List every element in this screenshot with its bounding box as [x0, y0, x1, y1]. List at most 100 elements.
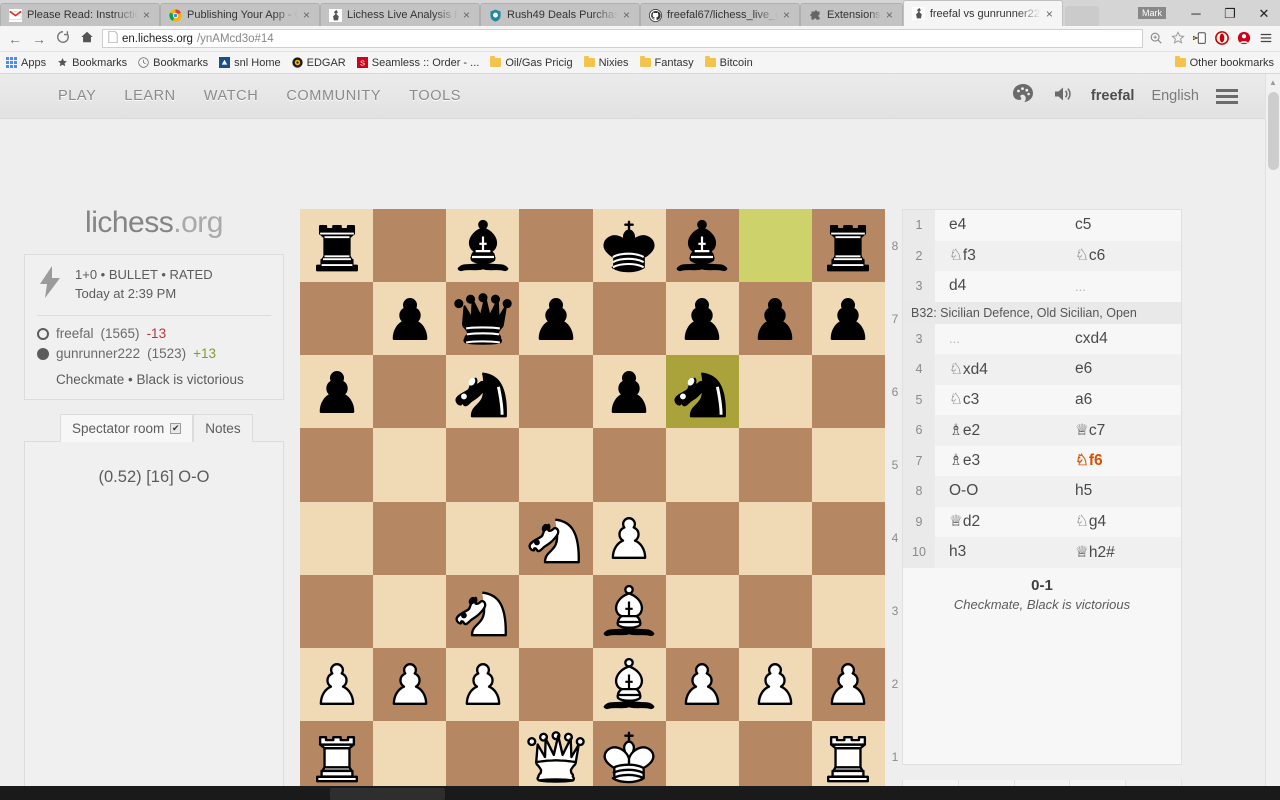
tab-close-icon[interactable]: × [886, 9, 896, 21]
nav-item-community[interactable]: COMMUNITY [286, 88, 381, 104]
piece-black-knight-f6[interactable] [666, 355, 739, 428]
avatar-icon[interactable] [1237, 31, 1252, 46]
board-square-d3[interactable] [519, 574, 593, 648]
board-square-f1[interactable] [665, 720, 739, 794]
piece-white-pawn-h2[interactable] [812, 648, 885, 721]
move-black[interactable]: ... [1061, 279, 1181, 294]
move-black[interactable]: ♘c6 [1061, 246, 1181, 265]
board-square-d2[interactable] [519, 647, 593, 721]
other-bookmarks[interactable]: Other bookmarks [1174, 56, 1274, 69]
piece-white-pawn-e4[interactable] [593, 502, 666, 575]
piece-white-rook-a1[interactable] [300, 721, 373, 794]
board-square-a2[interactable] [300, 647, 374, 721]
piece-black-rook-a8[interactable] [300, 209, 373, 282]
board-square-a4[interactable] [300, 501, 374, 575]
board-square-f7[interactable] [665, 282, 739, 356]
move-white[interactable]: O-O [935, 482, 1061, 500]
move-white[interactable]: ♘c3 [935, 390, 1061, 409]
spectator-room-checkbox[interactable]: ✔ [170, 422, 182, 434]
cast-icon[interactable] [1192, 31, 1208, 46]
tab-close-icon[interactable]: × [303, 9, 313, 21]
piece-white-bishop-e3[interactable] [593, 575, 666, 648]
board-square-d1[interactable] [519, 720, 593, 794]
bookmark-item[interactable]: Nixies [583, 56, 629, 69]
bookmark-item[interactable]: Bitcoin [704, 56, 753, 69]
board-square-c2[interactable] [446, 647, 520, 721]
move-black[interactable]: a6 [1061, 391, 1181, 409]
board-square-g7[interactable] [738, 282, 812, 356]
board-square-b6[interactable] [373, 355, 447, 429]
board-square-f4[interactable] [665, 501, 739, 575]
board-square-g1[interactable] [738, 720, 812, 794]
board-square-d7[interactable] [519, 282, 593, 356]
board-square-e6[interactable] [592, 355, 666, 429]
board-square-h5[interactable] [811, 428, 885, 502]
tab-notes[interactable]: Notes [193, 413, 253, 442]
board-square-e1[interactable] [592, 720, 666, 794]
board-square-c7[interactable] [446, 282, 520, 356]
bookmark-item[interactable]: snl Home [219, 57, 281, 69]
piece-black-pawn-a6[interactable] [300, 355, 373, 428]
browser-tab[interactable]: Publishing Your App - Go × [160, 3, 320, 26]
board-square-h7[interactable] [811, 282, 885, 356]
board-square-a7[interactable] [300, 282, 374, 356]
board-square-b7[interactable] [373, 282, 447, 356]
board-square-f3[interactable] [665, 574, 739, 648]
piece-white-pawn-b2[interactable] [373, 648, 446, 721]
piece-white-knight-c3[interactable] [446, 575, 519, 648]
board-square-c1[interactable] [446, 720, 520, 794]
menu-icon[interactable] [1259, 31, 1274, 46]
board-square-a8[interactable] [300, 209, 374, 283]
nav-item-play[interactable]: PLAY [58, 88, 96, 104]
piece-white-queen-d1[interactable] [519, 721, 592, 794]
site-logo[interactable]: lichess.org [24, 206, 284, 240]
board-square-c4[interactable] [446, 501, 520, 575]
move-white[interactable]: ♗e3 [935, 451, 1061, 470]
language-link[interactable]: English [1151, 88, 1199, 104]
piece-white-rook-h1[interactable] [812, 721, 885, 794]
minimize-button[interactable]: ─ [1186, 7, 1206, 20]
piece-black-pawn-g7[interactable] [739, 282, 812, 355]
back-icon[interactable]: ← [6, 31, 24, 47]
board-square-b2[interactable] [373, 647, 447, 721]
piece-white-pawn-a2[interactable] [300, 648, 373, 721]
move-white[interactable]: ♘xd4 [935, 360, 1061, 379]
bookmark-item[interactable]: Fantasy [639, 56, 694, 69]
move-white[interactable]: h3 [935, 543, 1061, 561]
zoom-icon[interactable] [1149, 31, 1164, 46]
move-white[interactable]: ♘f3 [935, 246, 1061, 265]
opera-icon[interactable] [1215, 31, 1230, 46]
browser-tab[interactable]: Lichess Live Analysis Engi × [320, 3, 480, 26]
nav-item-watch[interactable]: WATCH [204, 88, 259, 104]
address-bar[interactable]: en.lichess.org/ynAMcd3o#14 [102, 29, 1143, 48]
nav-item-learn[interactable]: LEARN [124, 88, 175, 104]
page-scrollbar[interactable]: ▲ ▼ [1265, 74, 1280, 800]
tab-close-icon[interactable]: × [783, 9, 793, 21]
home-icon[interactable] [78, 30, 96, 47]
piece-black-king-e8[interactable] [593, 209, 666, 282]
piece-white-king-e1[interactable] [593, 721, 666, 794]
reload-icon[interactable] [54, 30, 72, 47]
move-black[interactable]: h5 [1061, 482, 1181, 500]
board-square-e5[interactable] [592, 428, 666, 502]
board-square-a6[interactable] [300, 355, 374, 429]
piece-white-pawn-c2[interactable] [446, 648, 519, 721]
piece-black-pawn-e6[interactable] [593, 355, 666, 428]
star-icon[interactable] [1171, 31, 1186, 46]
piece-black-queen-c7[interactable] [446, 282, 519, 355]
piece-black-rook-h8[interactable] [812, 209, 885, 282]
browser-tab[interactable]: freefal67/lichess_live_eng × [640, 3, 800, 26]
piece-white-bishop-e2[interactable] [593, 648, 666, 721]
username-link[interactable]: freefal [1091, 88, 1135, 104]
piece-black-pawn-b7[interactable] [373, 282, 446, 355]
black-player-name[interactable]: gunrunner222 [56, 344, 140, 364]
player-row-white[interactable]: freefal (1565) -13 [37, 324, 271, 344]
new-tab-button[interactable] [1064, 6, 1099, 26]
board-square-h8[interactable] [811, 209, 885, 283]
board-square-b1[interactable] [373, 720, 447, 794]
board-square-g5[interactable] [738, 428, 812, 502]
board-square-e3[interactable] [592, 574, 666, 648]
board-square-h4[interactable] [811, 501, 885, 575]
board-square-a5[interactable] [300, 428, 374, 502]
bookmark-item[interactable]: Bookmarks [57, 57, 127, 69]
